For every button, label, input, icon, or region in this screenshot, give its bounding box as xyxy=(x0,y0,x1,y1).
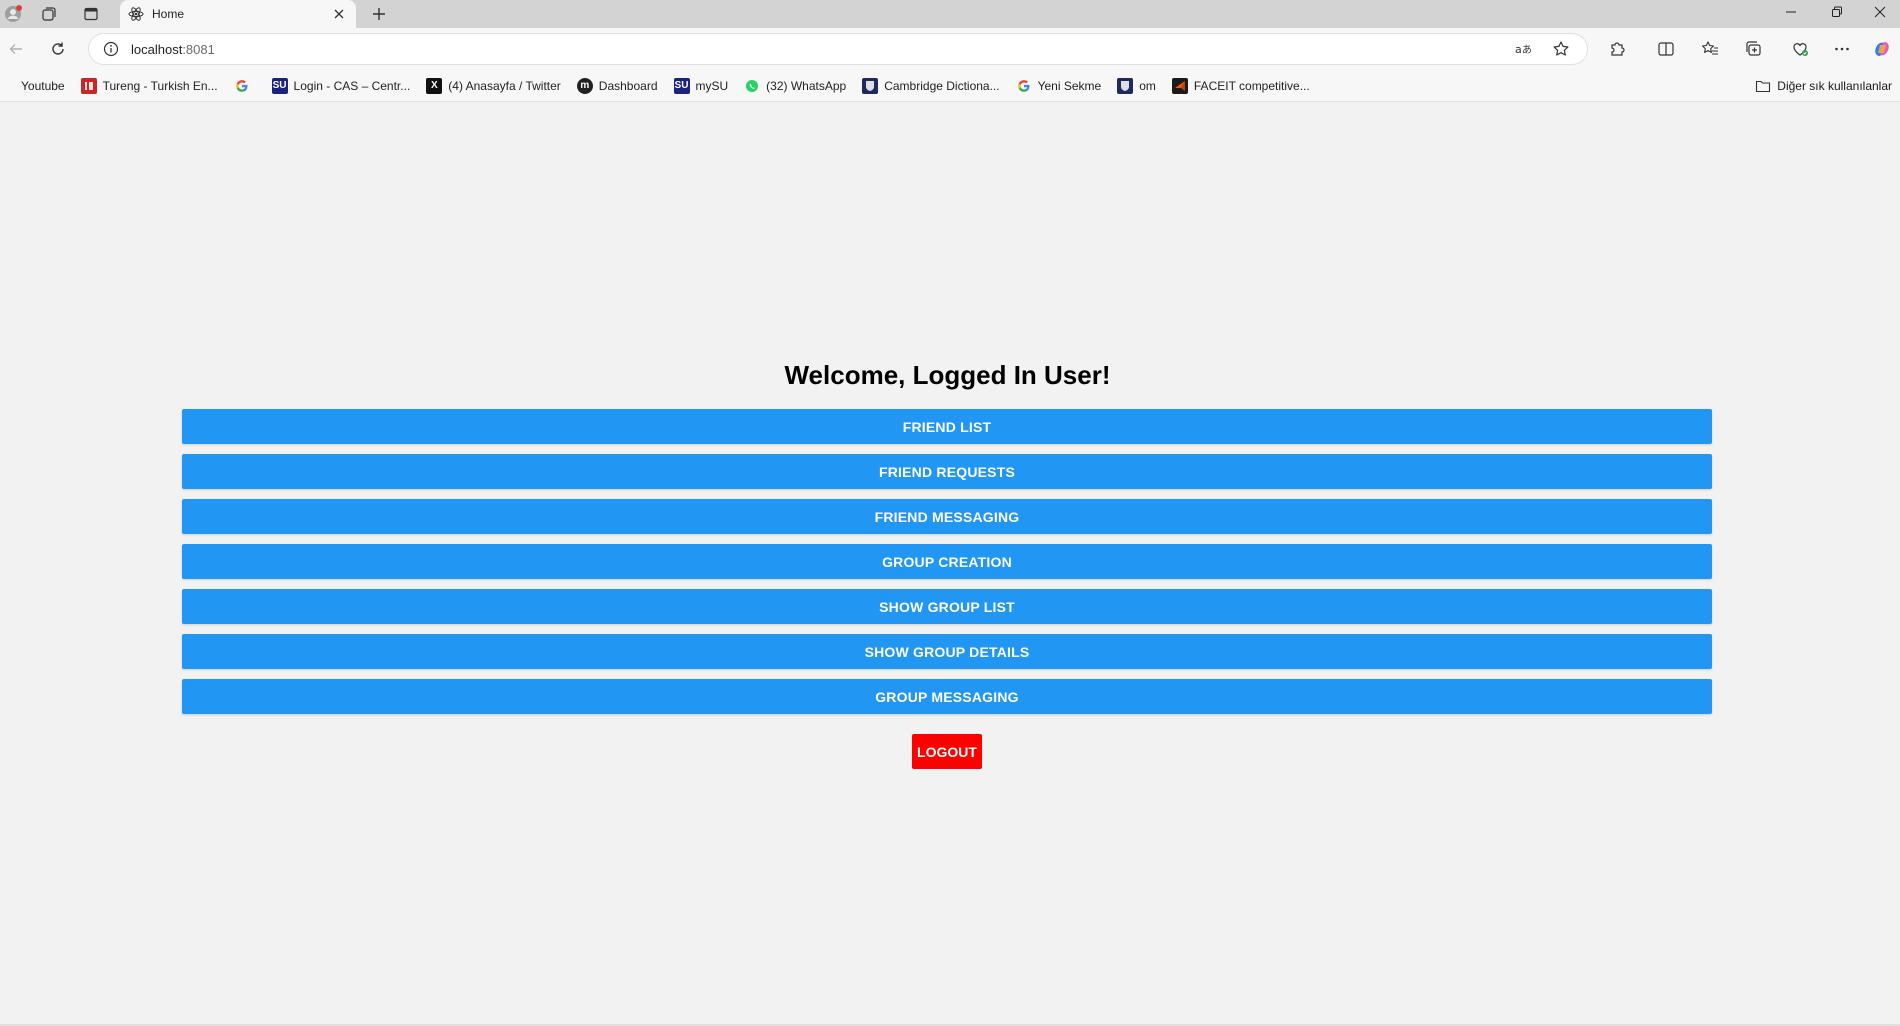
tab-strip: Home xyxy=(0,0,1900,28)
collections-icon xyxy=(1746,41,1761,56)
split-screen-icon xyxy=(1658,42,1674,56)
bookmark-cambridge[interactable]: Cambridge Dictiona... xyxy=(857,74,1004,98)
x-icon: X xyxy=(426,77,443,94)
minimize-button[interactable] xyxy=(1768,0,1814,24)
bookmark-cas-login[interactable]: SU Login - CAS – Centr... xyxy=(267,74,416,98)
restore-icon xyxy=(1832,6,1842,17)
svg-text:あ: あ xyxy=(1522,44,1532,56)
group-creation-button[interactable]: GROUP CREATION xyxy=(182,544,1712,579)
welcome-heading: Welcome, Logged In User! xyxy=(784,360,1111,390)
bookmark-label: Tureng - Turkish En... xyxy=(102,78,218,93)
profile-icon xyxy=(5,5,22,22)
split-screen-button[interactable] xyxy=(1652,35,1680,63)
workspaces-button[interactable] xyxy=(36,2,62,26)
tab-home[interactable]: Home xyxy=(120,0,356,28)
profile-avatar[interactable] xyxy=(0,2,26,26)
show-group-list-button[interactable]: SHOW GROUP LIST xyxy=(182,589,1712,624)
bookmark-whatsapp[interactable]: (32) WhatsApp xyxy=(739,74,851,98)
bookmarks-bar: Youtube Tureng - Turkish En... SU Login … xyxy=(0,70,1900,102)
puzzle-icon xyxy=(1611,42,1625,56)
collections-button[interactable] xyxy=(1740,35,1768,63)
favorites-icon xyxy=(1701,41,1718,55)
other-favorites[interactable]: Diğer sık kullanılanlar xyxy=(1755,74,1892,98)
back-button[interactable] xyxy=(2,35,30,63)
friend-requests-button[interactable]: FRIEND REQUESTS xyxy=(182,454,1712,489)
close-icon xyxy=(1874,6,1886,18)
close-window-button[interactable] xyxy=(1860,0,1900,24)
bookmark-label: Dashboard xyxy=(598,78,658,93)
bookmark-tureng[interactable]: Tureng - Turkish En... xyxy=(76,74,223,98)
bookmark-faceit[interactable]: FACEIT competitive... xyxy=(1167,74,1315,98)
url-text[interactable]: localhost:8081 xyxy=(131,42,1499,57)
reload-icon xyxy=(52,42,64,55)
bookmark-label: (4) Anasayfa / Twitter xyxy=(448,78,561,93)
minimize-icon xyxy=(1786,11,1796,13)
restore-button[interactable] xyxy=(1814,0,1860,24)
bookmark-dashboard[interactable]: m Dashboard xyxy=(572,74,663,98)
extensions-button[interactable] xyxy=(1603,35,1631,63)
browser-toolbar: localhost:8081 aあ xyxy=(0,28,1900,70)
logout-button[interactable]: LOGOUT xyxy=(912,734,982,769)
site-info-icon[interactable] xyxy=(101,39,121,59)
su-icon: SU xyxy=(271,77,288,94)
bookmark-label: Cambridge Dictiona... xyxy=(884,78,1000,93)
more-dots-icon xyxy=(1835,47,1849,51)
whatsapp-icon xyxy=(744,78,760,94)
om-icon xyxy=(1117,77,1134,94)
group-messaging-button[interactable]: GROUP MESSAGING xyxy=(182,679,1712,714)
bookmark-label: mySU xyxy=(695,78,729,93)
bookmark-yeni-sekme[interactable]: Yeni Sekme xyxy=(1011,74,1107,98)
close-tab-icon[interactable] xyxy=(330,5,348,23)
bookmark-label: Youtube xyxy=(21,78,65,93)
svg-text:a: a xyxy=(1515,43,1522,56)
translate-icon[interactable]: aあ xyxy=(1509,37,1537,61)
browser-essentials-button[interactable] xyxy=(1786,35,1814,63)
friend-list-button[interactable]: FRIEND LIST xyxy=(182,409,1712,444)
other-favorites-label: Diğer sık kullanılanlar xyxy=(1777,79,1892,93)
url-port: :8081 xyxy=(182,41,215,57)
bookmark-google[interactable] xyxy=(229,74,261,98)
plus-icon xyxy=(373,8,385,20)
su-icon: SU xyxy=(673,77,690,94)
friend-messaging-button[interactable]: FRIEND MESSAGING xyxy=(182,499,1712,534)
workspaces-icon xyxy=(42,7,56,21)
page-content: Welcome, Logged In User! FRIEND LIST FRI… xyxy=(0,103,1900,1026)
show-group-details-button[interactable]: SHOW GROUP DETAILS xyxy=(182,634,1712,669)
bookmark-youtube[interactable]: Youtube xyxy=(2,74,70,98)
heart-pulse-icon xyxy=(1793,43,1808,56)
google-icon xyxy=(234,78,250,94)
bookmark-twitter[interactable]: X (4) Anasayfa / Twitter xyxy=(421,74,566,98)
copilot-icon xyxy=(1875,41,1889,57)
address-bar[interactable]: localhost:8081 aあ xyxy=(88,33,1588,65)
url-host: localhost xyxy=(131,41,183,57)
dashboard-icon: m xyxy=(576,77,593,94)
tureng-icon xyxy=(80,77,97,94)
youtube-icon xyxy=(7,78,15,94)
favorite-star-icon[interactable] xyxy=(1547,37,1575,61)
bookmark-mysu[interactable]: SU mySU xyxy=(669,74,734,98)
bookmark-label: Yeni Sekme xyxy=(1037,78,1102,93)
tab-title: Home xyxy=(152,7,185,21)
bookmark-label: FACEIT competitive... xyxy=(1193,78,1310,93)
bookmark-label: (32) WhatsApp xyxy=(766,78,847,93)
favorites-button[interactable] xyxy=(1696,35,1724,63)
bookmark-label: Login - CAS – Centr... xyxy=(293,78,411,93)
cambridge-icon xyxy=(862,77,879,94)
arrow-left-icon xyxy=(9,44,22,54)
bookmark-om[interactable]: om xyxy=(1112,74,1161,98)
tab-actions-button[interactable] xyxy=(78,2,104,26)
more-menu-button[interactable] xyxy=(1828,35,1856,63)
reload-button[interactable] xyxy=(44,35,72,63)
google-icon xyxy=(1016,78,1032,94)
new-tab-button[interactable] xyxy=(366,2,392,26)
folder-icon xyxy=(1755,78,1771,94)
faceit-icon xyxy=(1171,77,1188,94)
tab-actions-icon xyxy=(84,7,98,21)
copilot-button[interactable] xyxy=(1868,35,1896,63)
bookmark-label: om xyxy=(1139,78,1156,93)
react-favicon-icon xyxy=(128,6,144,22)
